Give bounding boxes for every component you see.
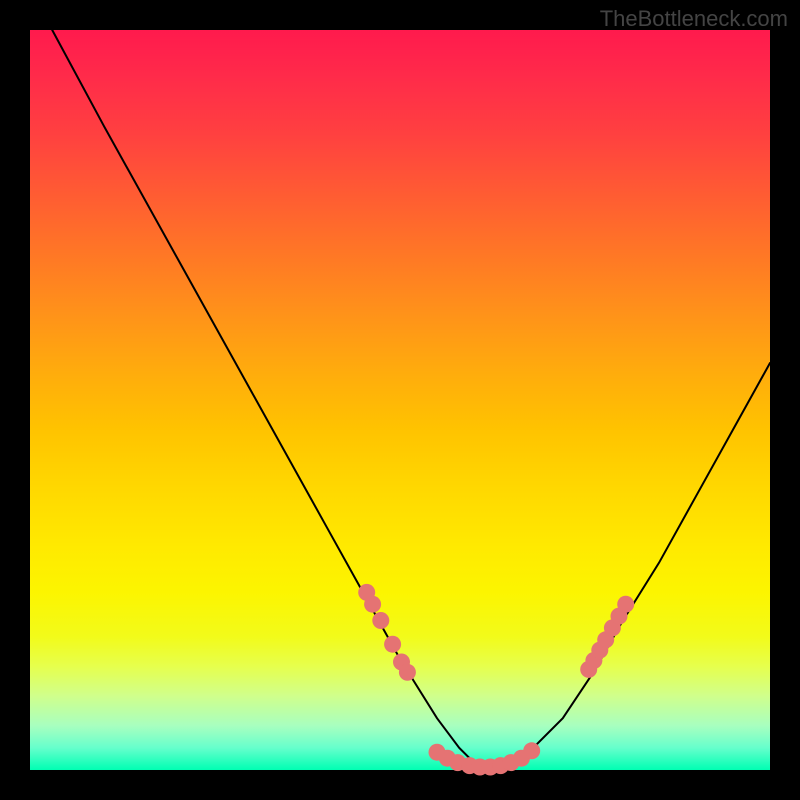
bottleneck-curve <box>52 30 770 766</box>
chart-plot-area <box>30 30 770 770</box>
data-dots-group <box>358 584 634 776</box>
chart-svg <box>30 30 770 770</box>
data-dot <box>384 636 401 653</box>
watermark-text: TheBottleneck.com <box>600 6 788 32</box>
data-dot <box>364 596 381 613</box>
data-dot <box>523 742 540 759</box>
data-dot <box>617 596 634 613</box>
data-dot <box>399 664 416 681</box>
data-dot <box>372 612 389 629</box>
